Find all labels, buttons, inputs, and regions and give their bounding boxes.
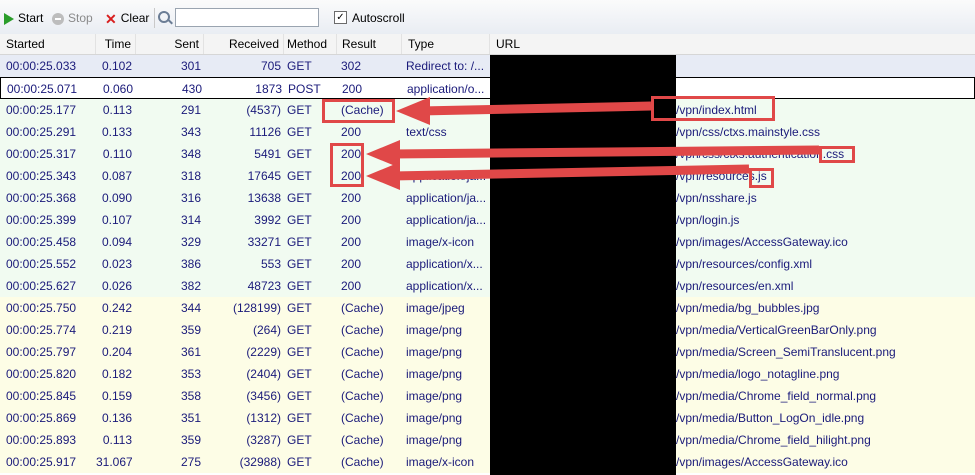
arrow-index — [396, 97, 652, 125]
arrow-css — [366, 140, 820, 168]
annotation-arrows — [366, 97, 820, 190]
arrow-js — [366, 162, 750, 190]
